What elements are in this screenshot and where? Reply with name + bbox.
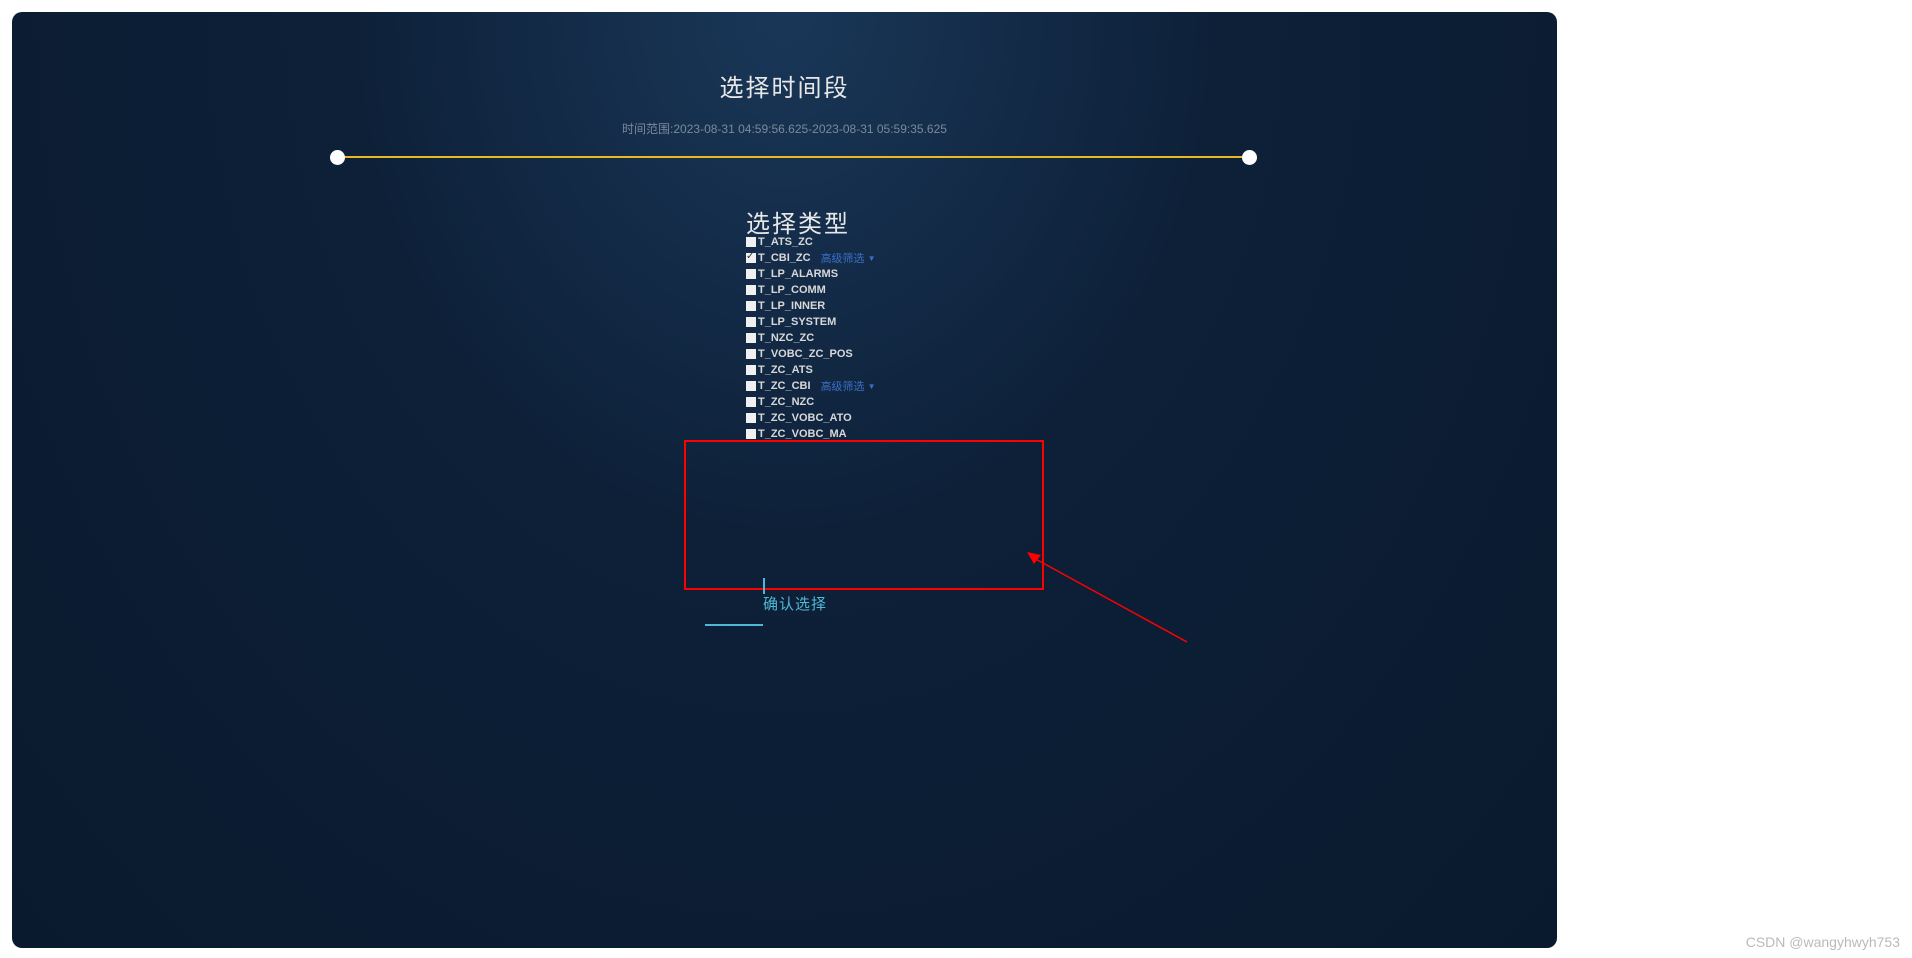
type-checkbox[interactable] — [746, 301, 756, 311]
advanced-filter-label: 高级筛选 — [821, 378, 865, 394]
type-label[interactable]: T_ZC_VOBC_MA — [758, 428, 847, 440]
type-checkbox[interactable] — [746, 349, 756, 359]
advanced-filter-label: 高级筛选 — [821, 250, 865, 266]
type-item: T_LP_INNER — [746, 298, 875, 314]
type-checkbox[interactable] — [746, 365, 756, 375]
type-item: T_LP_ALARMS — [746, 266, 875, 282]
type-checkbox[interactable] — [746, 381, 756, 391]
type-list: T_ATS_ZCT_CBI_ZC高级筛选▼T_LP_ALARMST_LP_COM… — [746, 234, 875, 442]
slider-track — [338, 156, 1249, 158]
type-item: T_CBI_ZC 高级筛选▼ — [746, 250, 875, 266]
type-checkbox[interactable] — [746, 429, 756, 439]
type-item: T_VOBC_ZC_POS — [746, 346, 875, 362]
type-item: T_ATS_ZC — [746, 234, 875, 250]
type-label[interactable]: T_ZC_NZC — [758, 396, 814, 408]
type-checkbox[interactable] — [746, 333, 756, 343]
type-checkbox[interactable] — [746, 413, 756, 423]
type-label[interactable]: T_NZC_ZC — [758, 332, 814, 344]
type-checkbox[interactable] — [746, 269, 756, 279]
type-item: T_LP_COMM — [746, 282, 875, 298]
type-label[interactable]: T_CBI_ZC — [758, 252, 811, 264]
type-label[interactable]: T_LP_INNER — [758, 300, 825, 312]
type-label[interactable]: T_LP_ALARMS — [758, 268, 838, 280]
type-checkbox[interactable] — [746, 253, 756, 263]
type-checkbox[interactable] — [746, 397, 756, 407]
slider-handle-end[interactable] — [1242, 150, 1257, 165]
type-item: T_ZC_ATS — [746, 362, 875, 378]
type-label[interactable]: T_VOBC_ZC_POS — [758, 348, 853, 360]
annotation-arrow-icon — [1027, 552, 1192, 647]
type-item: T_NZC_ZC — [746, 330, 875, 346]
type-item: T_ZC_VOBC_MA — [746, 426, 875, 442]
time-section-title: 选择时间段 — [12, 68, 1557, 103]
type-label[interactable]: T_LP_SYSTEM — [758, 316, 836, 328]
time-range-display: 时间范围:2023-08-31 04:59:56.625-2023-08-31 … — [12, 120, 1557, 137]
type-label[interactable]: T_ATS_ZC — [758, 236, 813, 248]
type-checkbox[interactable] — [746, 285, 756, 295]
type-checkbox[interactable] — [746, 317, 756, 327]
watermark-text: CSDN @wangyhwyh753 — [1746, 934, 1900, 950]
slider-handle-start[interactable] — [330, 150, 345, 165]
advanced-filter-link[interactable]: 高级筛选▼ — [821, 250, 876, 266]
advanced-filter-link[interactable]: 高级筛选▼ — [821, 378, 876, 394]
annotation-red-box — [684, 440, 1044, 590]
confirm-button[interactable]: 确认选择 — [705, 578, 885, 626]
type-label[interactable]: T_ZC_VOBC_ATO — [758, 412, 852, 424]
confirm-button-container: 确认选择 — [705, 578, 885, 626]
chevron-down-icon: ▼ — [868, 382, 876, 391]
type-item: T_LP_SYSTEM — [746, 314, 875, 330]
type-label[interactable]: T_ZC_ATS — [758, 364, 813, 376]
confirm-decoration-bottom — [705, 624, 763, 626]
main-panel: 选择时间段 时间范围:2023-08-31 04:59:56.625-2023-… — [12, 12, 1557, 948]
type-label[interactable]: T_ZC_CBI — [758, 380, 811, 392]
type-checkbox[interactable] — [746, 237, 756, 247]
type-item: T_ZC_VOBC_ATO — [746, 410, 875, 426]
type-item: T_ZC_NZC — [746, 394, 875, 410]
type-label[interactable]: T_LP_COMM — [758, 284, 826, 296]
chevron-down-icon: ▼ — [868, 254, 876, 263]
time-range-slider[interactable] — [330, 150, 1257, 164]
type-item: T_ZC_CBI 高级筛选▼ — [746, 378, 875, 394]
